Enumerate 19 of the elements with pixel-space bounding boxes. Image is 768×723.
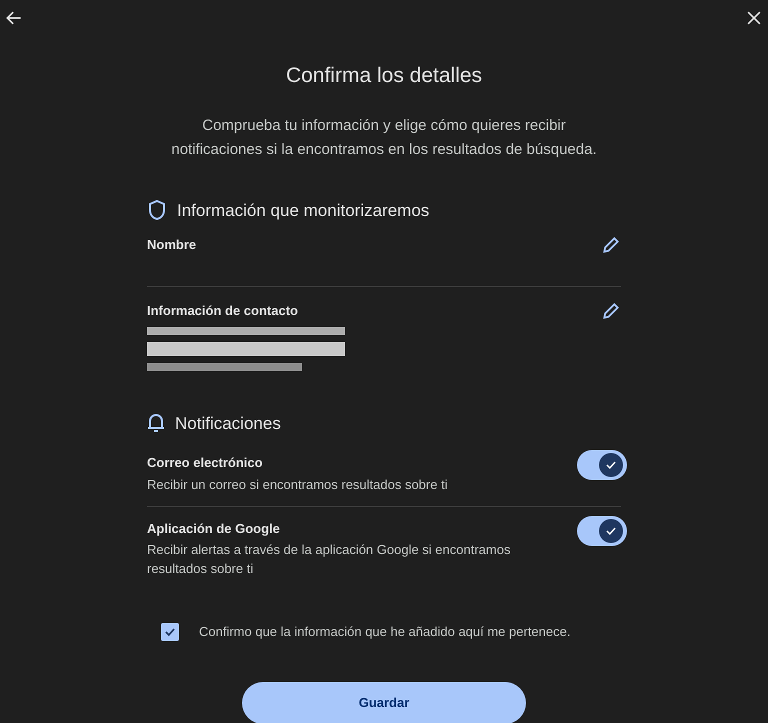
confirm-label: Confirmo que la información que he añadido aquí me pertenece.: [199, 623, 570, 641]
section-heading: Información que monitorizaremos: [177, 200, 430, 222]
bell-icon: [147, 413, 165, 434]
dialog-description: Comprueba tu información y elige cómo quieres recibir notificaciones si la encontramos en los resultados de búsqueda.: [170, 116, 598, 160]
notification-description: Recibir alertas a través de la aplicación Google si encontramos resultados sobre ti: [147, 541, 512, 578]
toggle-switch[interactable]: [577, 450, 627, 480]
edit-icon[interactable]: [601, 301, 621, 321]
dialog-title: Confirma los detalles: [284, 63, 484, 89]
save-button[interactable]: Guardar: [242, 682, 526, 723]
notification-title: Aplicación de Google: [147, 520, 281, 538]
notification-description: Recibir un correo si encontramos resultados sobre ti: [147, 476, 449, 494]
toggle-switch[interactable]: [577, 516, 627, 546]
field-label: Nombre: [147, 236, 196, 254]
section-heading: Notificaciones: [175, 412, 281, 434]
shield-icon: [147, 199, 167, 222]
checkbox[interactable]: [161, 622, 179, 641]
field-label: Información de contacto: [147, 302, 299, 320]
edit-icon[interactable]: [601, 235, 621, 255]
notification-title: Correo electrónico: [147, 454, 264, 472]
